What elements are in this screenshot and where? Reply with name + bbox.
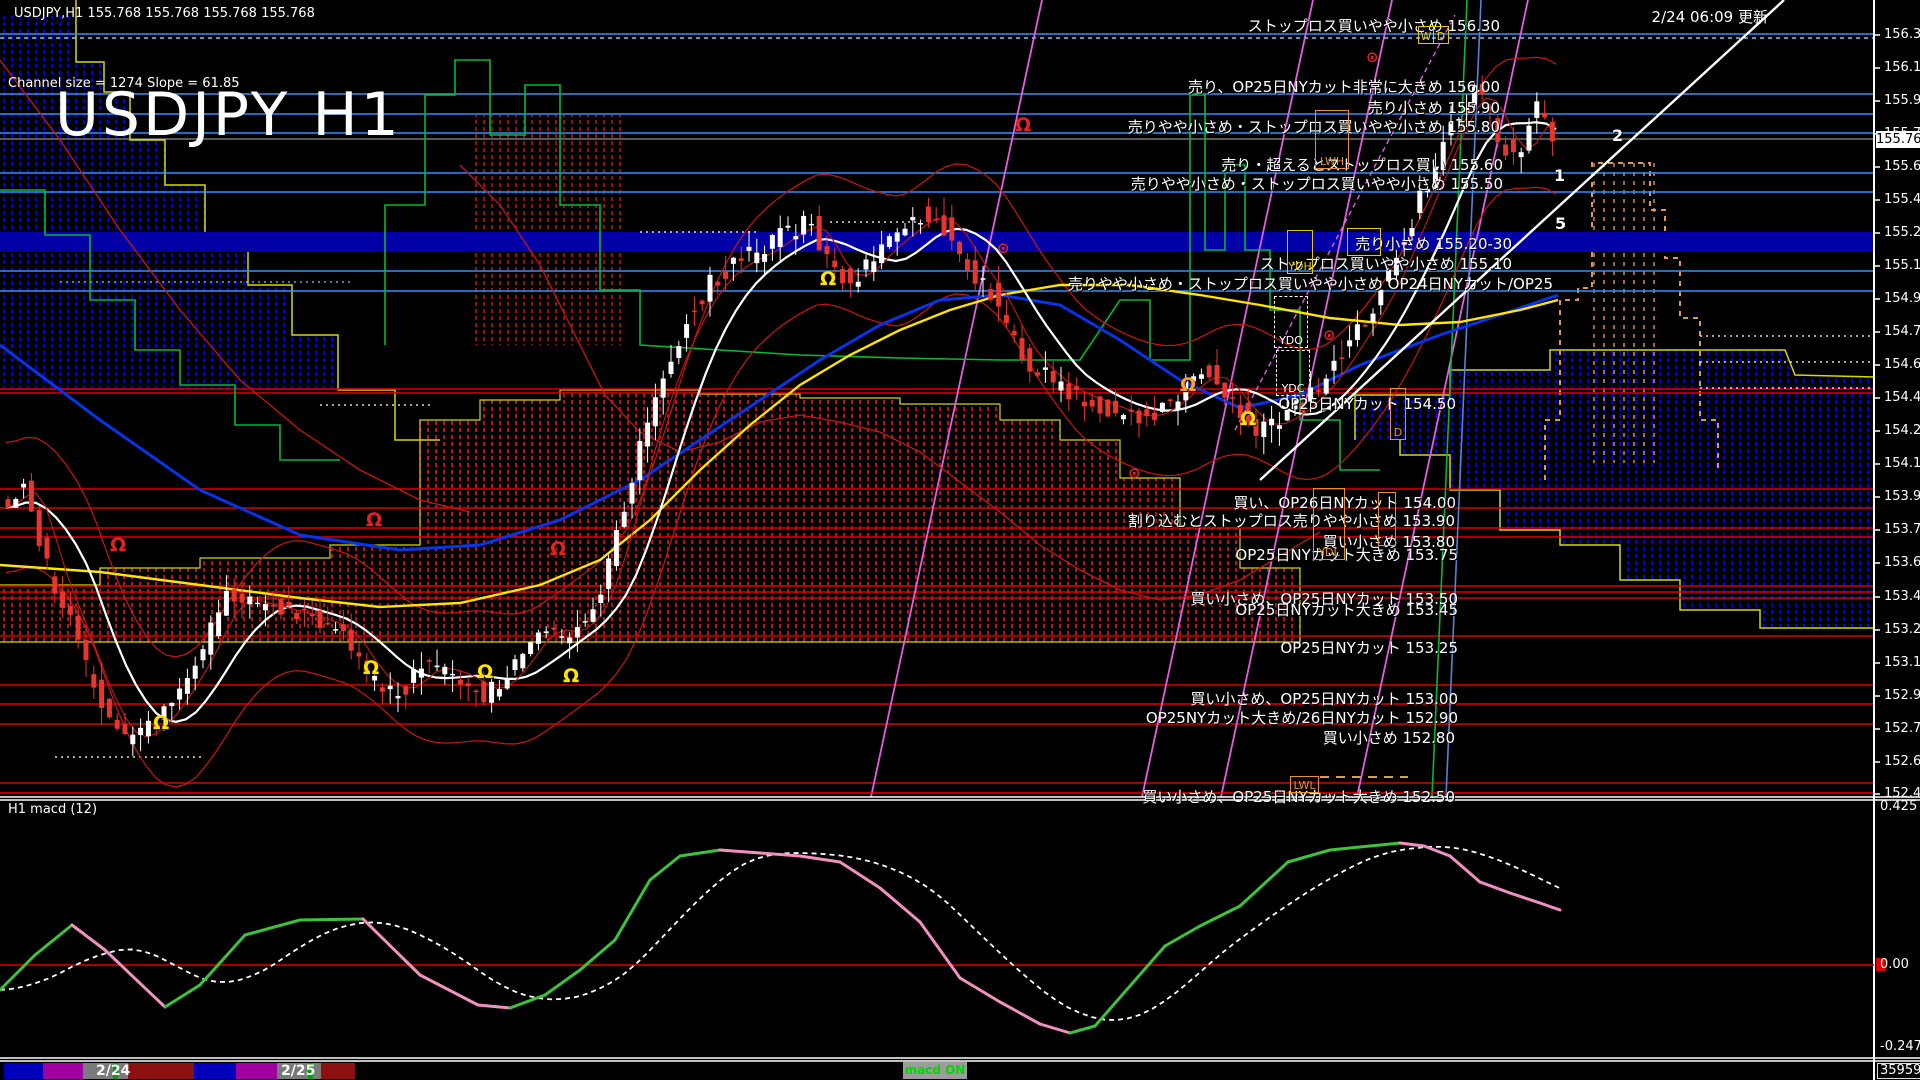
wave-label-1: 1 — [1554, 166, 1565, 185]
annotation-line-18: OP25NYカット大きめ/26日NYカット 152.90 — [1146, 707, 1458, 728]
annotation-line-3: 売りやや小さめ・ストップロス買いやや小さめ 155.80 — [1128, 116, 1500, 137]
trading-app-window: USDJPY,H1 155.768 155.768 155.768 155.76… — [0, 0, 1920, 1080]
price-axis-label-9: 154.790 — [1884, 324, 1920, 339]
annotation-line-1: 売り、OP25日NYカット非常に大きめ 156.00 — [1188, 76, 1500, 97]
annotation-line-8: 売りやや小さめ・ストップロス買いやや小さめ OP24日NYカット/OP25 — [1068, 273, 1553, 294]
price-axis-label-14: 153.950 — [1884, 489, 1920, 504]
omega-marker-red-1: Ω — [366, 509, 382, 531]
omega-marker-orange-0: Ω — [1180, 374, 1196, 396]
price-axis-label-0: 156.300 — [1884, 27, 1920, 42]
circle-dot-marker-3: ⊙ — [1323, 326, 1336, 344]
circle-dot-marker-0: ⊙ — [1366, 48, 1379, 66]
pivot-box-D: D — [1390, 388, 1406, 440]
omega-marker-red-0: Ω — [110, 534, 126, 556]
macd-axis-label-2: -0.247 — [1880, 1039, 1920, 1054]
annotation-line-2: 売り小さめ 155.90 — [1368, 97, 1500, 118]
annotation-line-15: OP25日NYカット大きめ 153.45 — [1235, 599, 1458, 620]
macd-axis-label-0: 0.425 — [1880, 799, 1917, 814]
price-axis-label-19: 153.115 — [1884, 655, 1920, 670]
price-axis-label-17: 153.450 — [1884, 589, 1920, 604]
pivot-box-9 — [1378, 492, 1396, 546]
annotation-line-16: OP25日NYカット 153.25 — [1280, 637, 1458, 658]
annotation-line-9: OP25日NYカット 154.50 — [1278, 393, 1456, 414]
price-axis-label-6: 155.295 — [1884, 225, 1920, 240]
pivot-box-D: D — [1433, 26, 1449, 44]
annotation-line-11: 割り込むとストップロス売りやや小さめ 153.90 — [1128, 510, 1455, 531]
price-axis-label-10: 154.625 — [1884, 357, 1920, 372]
price-axis-label-11: 154.455 — [1884, 390, 1920, 405]
price-axis-label-20: 152.945 — [1884, 688, 1920, 703]
session-label-2-24: 2/24 — [96, 1063, 130, 1079]
annotation-line-13: OP25日NYカット大きめ 153.75 — [1235, 544, 1458, 565]
chart-watermark: USDJPY H1 — [55, 80, 402, 150]
macd-toggle-button[interactable]: macd ON — [903, 1062, 967, 1079]
price-axis-label-4: 155.630 — [1884, 159, 1920, 174]
price-axis-label-16: 153.615 — [1884, 555, 1920, 570]
circle-dot-marker-2: ⊙ — [1128, 464, 1141, 482]
wave-label-2: 2 — [1612, 126, 1623, 145]
omega-marker-yellow-2: Ω — [477, 661, 493, 683]
annotation-line-0: ストップロス買いやや小さめ 156.30 — [1248, 15, 1500, 36]
status-bar-value: 35959 — [1877, 1063, 1920, 1079]
circle-dot-marker-1: ⊙ — [997, 239, 1010, 257]
price-axis-label-21: 152.780 — [1884, 721, 1920, 736]
price-axis-label-18: 153.280 — [1884, 622, 1920, 637]
price-axis-label-1: 156.130 — [1884, 60, 1920, 75]
omega-marker-yellow-5: Ω — [1240, 408, 1256, 430]
omega-marker-yellow-0: Ω — [153, 712, 169, 734]
pivot-box-YDH: YDH — [1287, 230, 1313, 274]
omega-marker-red-3: Ω — [1015, 114, 1031, 136]
pivot-box-YDC: YDC — [1276, 350, 1310, 396]
pivot-box-LWH: LWH — [1315, 110, 1349, 169]
annotation-line-5: 売りやや小さめ・ストップロス買いやや小さめ 155.50 — [1131, 173, 1503, 194]
price-axis-label-12: 154.285 — [1884, 423, 1920, 438]
price-axis-label-5: 155.460 — [1884, 192, 1920, 207]
annotation-line-19: 買い小さめ 152.80 — [1323, 727, 1455, 748]
omega-marker-yellow-1: Ω — [363, 657, 379, 679]
price-axis-label-15: 153.785 — [1884, 522, 1920, 537]
pivot-box-YDO: YDO — [1274, 296, 1308, 348]
omega-marker-yellow-4: Ω — [820, 268, 836, 290]
main-chart[interactable] — [0, 0, 1920, 1080]
pivot-box-LWL: LWL — [1290, 776, 1319, 793]
macd-indicator-label: H1 macd (12) — [8, 802, 97, 817]
pivot-box-4 — [1347, 228, 1381, 256]
macd-axis-label-1: 0.00 — [1880, 957, 1909, 972]
omega-marker-yellow-3: Ω — [563, 665, 579, 687]
symbol-info: USDJPY,H1 155.768 155.768 155.768 155.76… — [14, 6, 315, 21]
price-axis-label-13: 154.120 — [1884, 456, 1920, 471]
annotation-line-4: 売り・超えるとストップロス買い 155.60 — [1221, 154, 1503, 175]
last-update-time: 2/24 06:09 更新 — [1652, 6, 1768, 27]
price-axis-label-2: 155.965 — [1884, 93, 1920, 108]
price-axis-label-22: 152.610 — [1884, 754, 1920, 769]
current-price-box: 155.768 — [1876, 131, 1920, 148]
annotation-line-17: 買い小さめ、OP25日NYカット 153.00 — [1190, 688, 1458, 709]
price-axis-label-7: 155.125 — [1884, 258, 1920, 273]
pivot-box-YDL: YDL — [1313, 488, 1345, 560]
wave-label-5: 5 — [1555, 214, 1566, 233]
price-axis-label-8: 154.960 — [1884, 291, 1920, 306]
omega-marker-red-2: Ω — [550, 538, 566, 560]
session-label-2-25: 2/25 — [281, 1063, 315, 1079]
pivot-box-W: W — [1418, 26, 1434, 44]
